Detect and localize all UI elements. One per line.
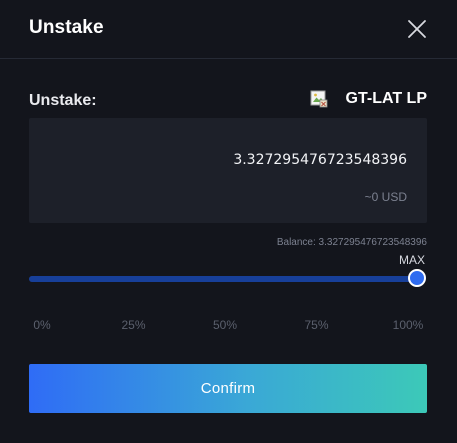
- amount-slider[interactable]: [29, 269, 426, 287]
- usd-value: ~0 USD: [364, 190, 407, 204]
- slider-thumb[interactable]: [408, 269, 426, 287]
- modal-title: Unstake: [29, 17, 104, 38]
- balance-text: Balance: 3.327295476723548396: [276, 237, 427, 248]
- slider-tick[interactable]: 100%: [393, 318, 424, 332]
- unstake-label: Unstake:: [29, 92, 97, 109]
- close-button[interactable]: [404, 16, 430, 42]
- max-button[interactable]: MAX: [399, 253, 425, 267]
- slider-tick[interactable]: 50%: [213, 318, 237, 332]
- slider-tick[interactable]: 0%: [33, 318, 50, 332]
- slider-fill: [29, 276, 417, 282]
- token-name: GT-LAT LP: [345, 90, 427, 107]
- token-selector: GT-LAT LP: [310, 90, 427, 108]
- slider-ticks: 0% 25% 50% 75% 100%: [0, 318, 457, 334]
- slider-tick[interactable]: 75%: [304, 318, 328, 332]
- amount-input-box[interactable]: 3.327295476723548396 ~0 USD: [29, 118, 427, 223]
- modal-header: Unstake: [0, 0, 457, 59]
- close-icon: [408, 20, 426, 38]
- unstake-modal: Unstake Unstake: GT-LAT LP 3.32729547672…: [0, 0, 457, 443]
- slider-tick[interactable]: 25%: [121, 318, 145, 332]
- broken-image-icon: [310, 90, 328, 108]
- amount-value[interactable]: 3.327295476723548396: [233, 152, 407, 168]
- confirm-button[interactable]: Confirm: [29, 364, 427, 413]
